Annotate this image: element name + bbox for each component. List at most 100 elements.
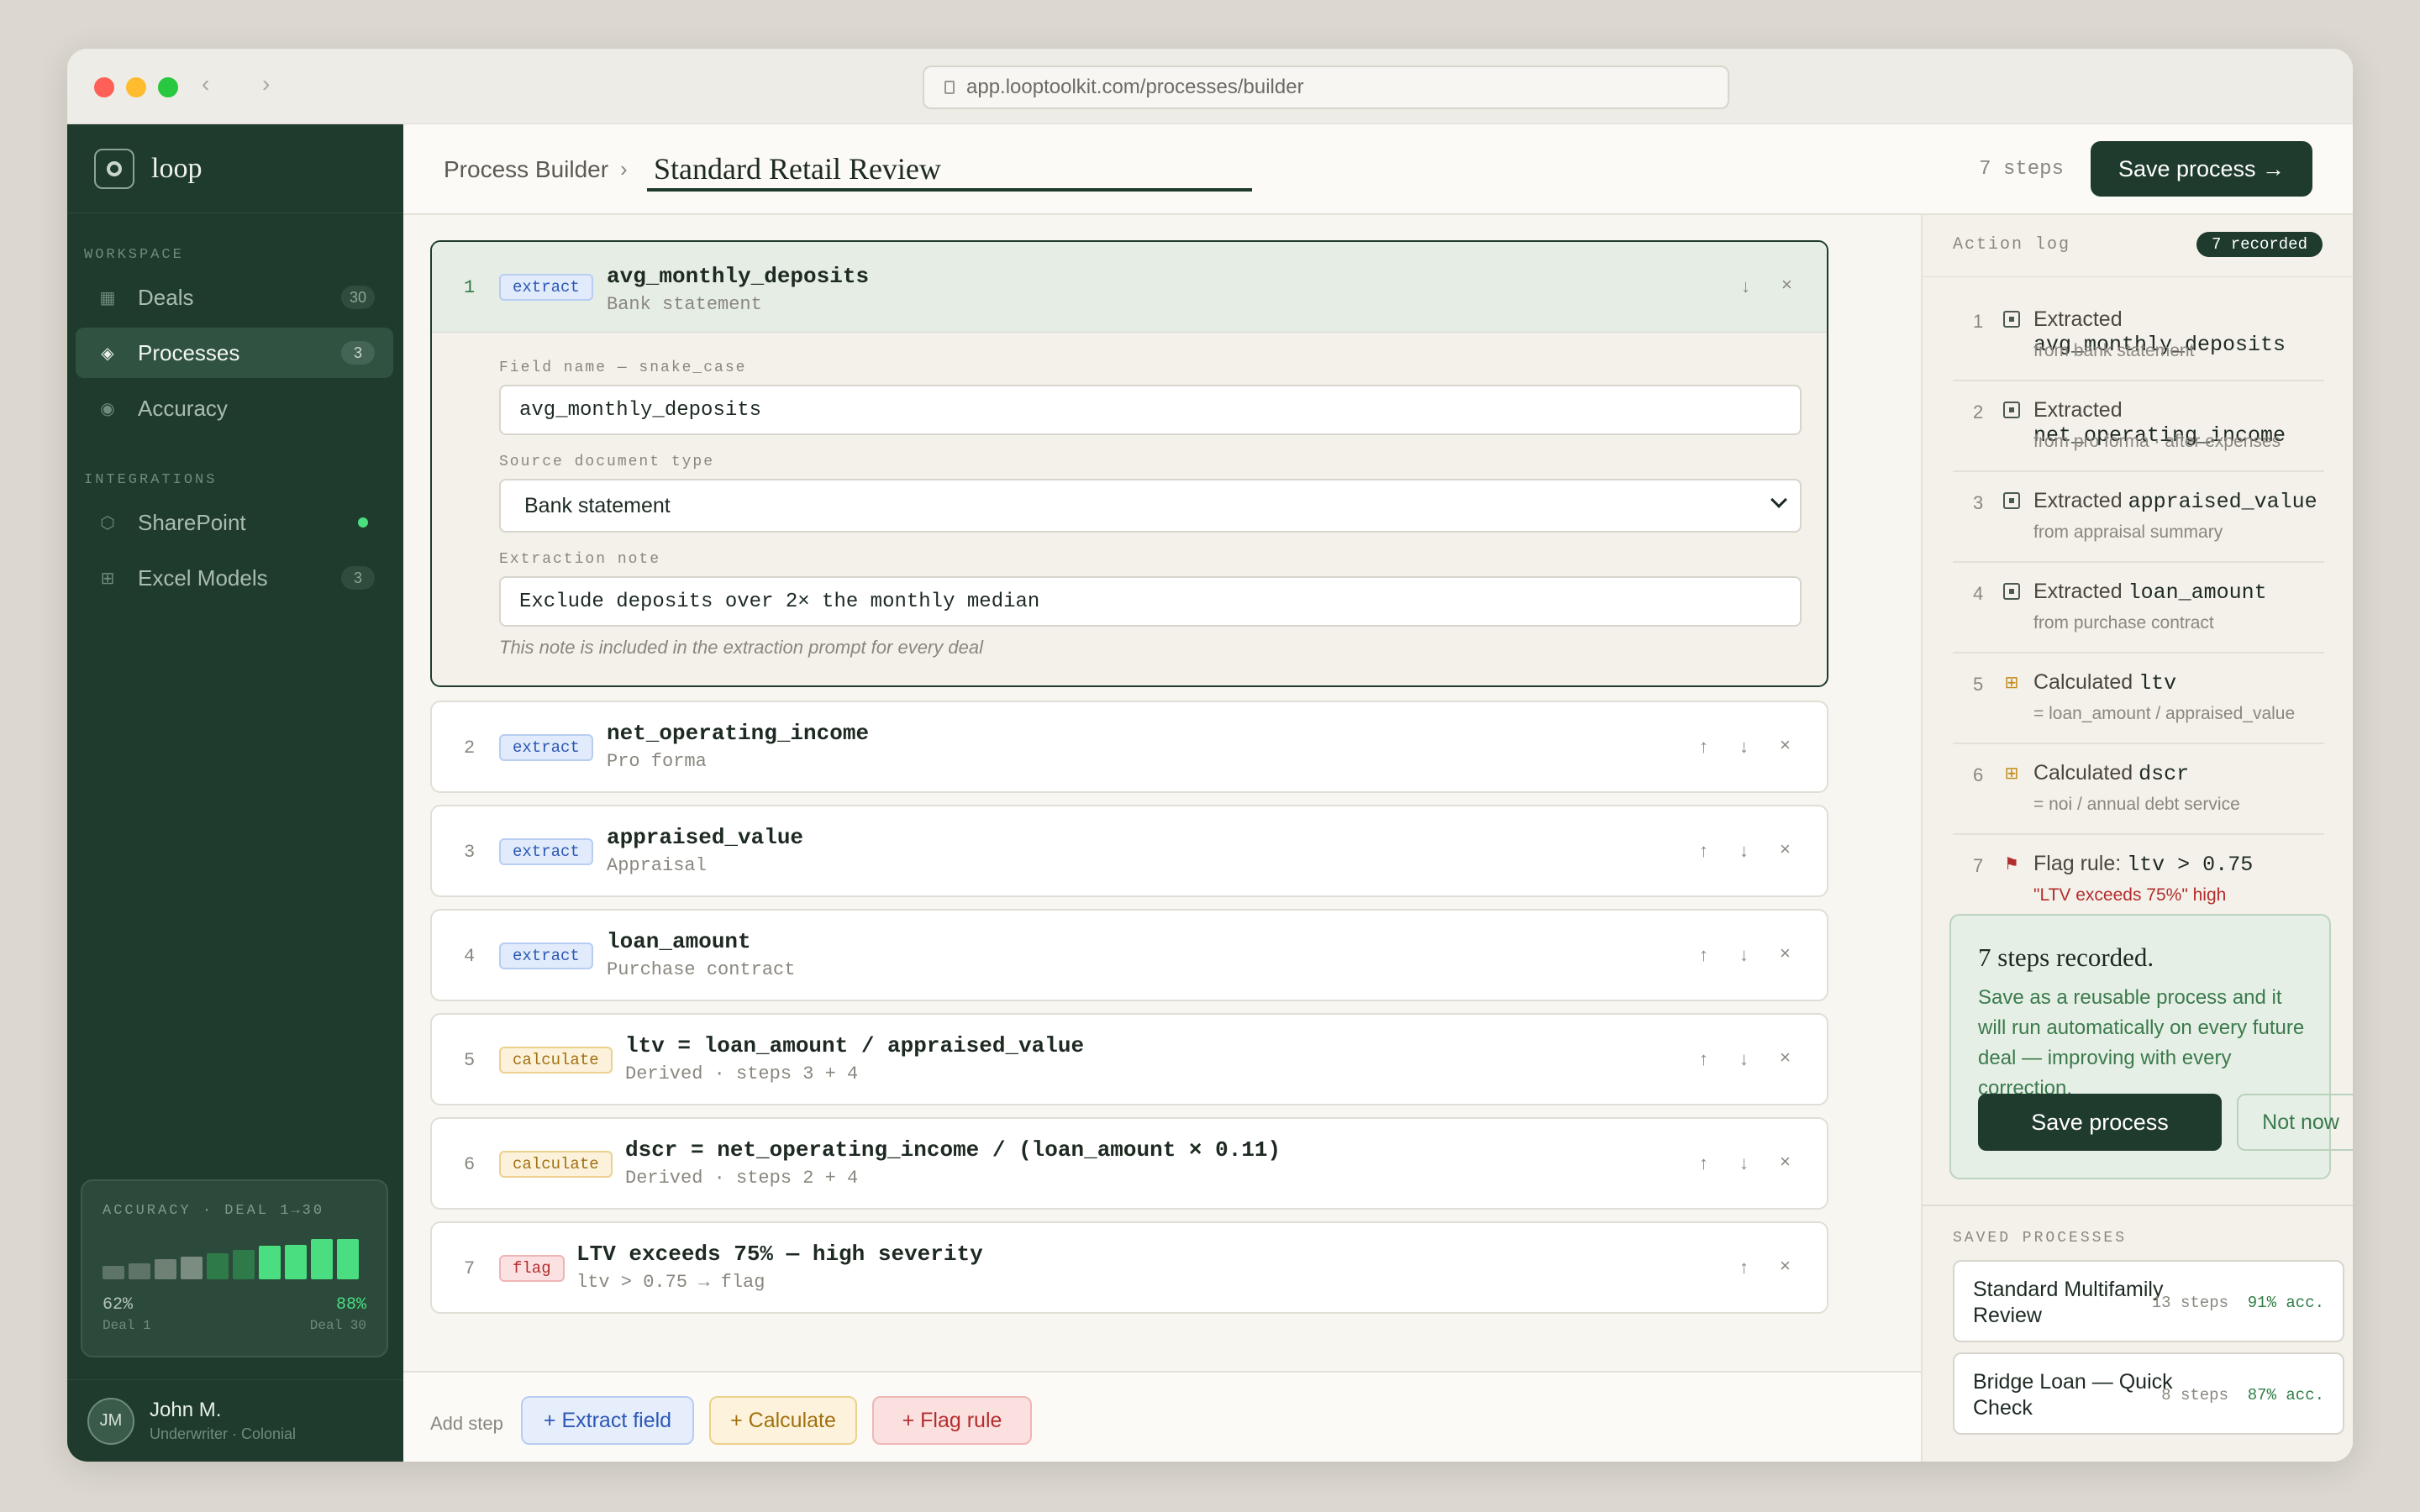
accuracy-card[interactable]: ACCURACY · DEAL 1→30 62% Deal 1 88% Deal…	[81, 1179, 388, 1357]
remove-step-icon[interactable]: ×	[1780, 734, 1791, 756]
url-text: app.looptoolkit.com/processes/builder	[966, 76, 1304, 98]
move-down-icon[interactable]: ↓	[1741, 276, 1750, 297]
sidebar-item-sharepoint[interactable]: ⬡ SharePoint	[76, 497, 393, 548]
step-card-7[interactable]: 7 flag LTV exceeds 75% — high severity l…	[430, 1221, 1828, 1314]
log-code: dscr	[2139, 762, 2190, 786]
add-calculate-button[interactable]: + Calculate	[709, 1396, 857, 1445]
log-item: 1 Extracted avg_monthly_deposits from ba…	[1953, 291, 2324, 381]
move-up-icon[interactable]: ↑	[1699, 944, 1708, 966]
move-down-icon[interactable]: ↓	[1739, 736, 1749, 758]
save-prompt-body: Save as a reusable process and it will r…	[1978, 986, 2305, 1100]
move-down-icon[interactable]: ↓	[1739, 944, 1749, 966]
minimize-window-button[interactable]	[126, 77, 146, 97]
step-count: 7 steps	[1979, 158, 2064, 181]
remove-step-icon[interactable]: ×	[1781, 274, 1792, 296]
sidebar-item-label: Accuracy	[138, 395, 228, 421]
sidebar-item-excel-models[interactable]: ⊞ Excel Models 3	[76, 553, 393, 603]
step-name: net_operating_income	[607, 721, 870, 746]
log-text: Extracted appraised_value	[2033, 489, 2317, 514]
maximize-window-button[interactable]	[158, 77, 178, 97]
move-up-icon[interactable]: ↑	[1699, 736, 1708, 758]
back-arrow-icon[interactable]: ‹	[202, 71, 209, 97]
move-up-icon[interactable]: ↑	[1699, 1152, 1708, 1174]
log-text: Extracted loan_amount	[2033, 580, 2267, 605]
log-number: 3	[1973, 492, 1984, 513]
avatar: JM	[87, 1397, 134, 1445]
move-up-icon[interactable]: ↑	[1699, 840, 1708, 862]
integrations-section-label: INTEGRATIONS	[84, 472, 218, 488]
log-code: ltv > 0.75	[2127, 853, 2254, 877]
sidebar-item-deals[interactable]: ▦ Deals 30	[76, 272, 393, 323]
target-icon: ◉	[100, 399, 115, 418]
count-badge: 30	[341, 286, 375, 309]
step-card-5[interactable]: 5 calculate ltv = loan_amount / appraise…	[430, 1013, 1828, 1105]
step-source: Derived · steps 3 + 4	[625, 1063, 859, 1084]
log-item: 2 Extracted net_operating_income from pr…	[1953, 381, 2324, 472]
log-verb: Extracted	[2033, 580, 2123, 603]
sidebar-item-processes[interactable]: ◈ Processes 3	[76, 328, 393, 378]
accuracy-end-label: Deal 30	[309, 1318, 366, 1333]
step-card-3[interactable]: 3 extract appraised_value Appraisal ↑ ↓ …	[430, 805, 1828, 897]
forward-arrow-icon[interactable]: ›	[262, 71, 270, 97]
source-document-select[interactable]: Bank statement	[499, 479, 1802, 533]
accuracy-bar	[129, 1263, 150, 1279]
saved-process-item[interactable]: Bridge Loan — Quick Check 8 steps 87% ac…	[1953, 1352, 2344, 1435]
sidebar-item-label: SharePoint	[138, 509, 246, 535]
save-process-button[interactable]: Save process →	[2091, 141, 2312, 197]
chevron-down-icon	[1770, 491, 1787, 508]
log-code: ltv	[2139, 671, 2177, 696]
log-verb: Calculated	[2033, 670, 2133, 694]
breadcrumb[interactable]: Process Builder	[444, 156, 608, 183]
remove-step-icon[interactable]: ×	[1780, 942, 1791, 964]
step-source: Bank statement	[607, 294, 762, 315]
remove-step-icon[interactable]: ×	[1780, 838, 1791, 860]
user-name: John M.	[150, 1399, 222, 1421]
step-source: Pro forma	[607, 751, 707, 772]
sidebar-item-label: Processes	[138, 339, 240, 365]
save-prompt-title: 7 steps recorded.	[1978, 942, 2154, 972]
extraction-note-input[interactable]: Exclude deposits over 2× the monthly med…	[499, 576, 1802, 627]
step-card-1[interactable]: 1 extract avg_monthly_deposits Bank stat…	[430, 240, 1828, 687]
main-area: Process Builder › Standard Retail Review…	[403, 124, 2353, 1462]
process-title-input[interactable]: Standard Retail Review	[647, 141, 1252, 192]
add-extract-field-button[interactable]: + Extract field	[521, 1396, 694, 1445]
add-flag-rule-button[interactable]: + Flag rule	[872, 1396, 1032, 1445]
log-verb: Extracted	[2033, 398, 2123, 422]
remove-step-icon[interactable]: ×	[1780, 1047, 1791, 1068]
action-log-list[interactable]: 1 Extracted avg_monthly_deposits from ba…	[1923, 277, 2353, 907]
close-window-button[interactable]	[94, 77, 114, 97]
remove-step-icon[interactable]: ×	[1780, 1255, 1791, 1277]
browser-titlebar: ‹ › app.looptoolkit.com/processes/builde…	[67, 49, 2353, 124]
remove-step-icon[interactable]: ×	[1780, 1151, 1791, 1173]
log-detail: from bank statement	[2033, 341, 2195, 360]
brand[interactable]: loop	[67, 124, 403, 213]
log-code: loan_amount	[2128, 580, 2267, 605]
sidebar-item-accuracy[interactable]: ◉ Accuracy	[76, 383, 393, 433]
step-card-4[interactable]: 4 extract loan_amount Purchase contract …	[430, 909, 1828, 1001]
address-bar[interactable]: app.looptoolkit.com/processes/builder	[923, 66, 1729, 109]
saved-process-item[interactable]: Standard Multifamily Review 13 steps 91%…	[1953, 1260, 2344, 1342]
step-card-2[interactable]: 2 extract net_operating_income Pro forma…	[430, 701, 1828, 793]
step-type-tag: calculate	[499, 1047, 613, 1074]
log-verb: Calculated	[2033, 761, 2133, 785]
move-up-icon[interactable]: ↑	[1699, 1048, 1708, 1070]
user-profile[interactable]: JM John M. Underwriter · Colonial	[67, 1379, 403, 1462]
field-name-label: Field name — snake_case	[499, 360, 747, 376]
move-up-icon[interactable]: ↑	[1739, 1257, 1749, 1278]
step-card-6[interactable]: 6 calculate dscr = net_operating_income …	[430, 1117, 1828, 1210]
accuracy-bar	[103, 1266, 124, 1279]
accuracy-bar	[233, 1250, 255, 1279]
field-name-input[interactable]: avg_monthly_deposits	[499, 385, 1802, 435]
step-number: 5	[464, 1050, 476, 1071]
connected-status-dot	[358, 517, 368, 528]
save-process-card-button[interactable]: Save process	[1978, 1094, 2222, 1151]
step-number: 2	[464, 738, 476, 759]
source-document-value: Bank statement	[524, 493, 671, 517]
move-down-icon[interactable]: ↓	[1739, 1152, 1749, 1174]
not-now-button[interactable]: Not now	[2237, 1094, 2353, 1151]
accuracy-start-value: 62%	[103, 1295, 134, 1315]
step-name: appraised_value	[607, 825, 804, 850]
step-number: 6	[464, 1154, 476, 1175]
move-down-icon[interactable]: ↓	[1739, 1048, 1749, 1070]
move-down-icon[interactable]: ↓	[1739, 840, 1749, 862]
